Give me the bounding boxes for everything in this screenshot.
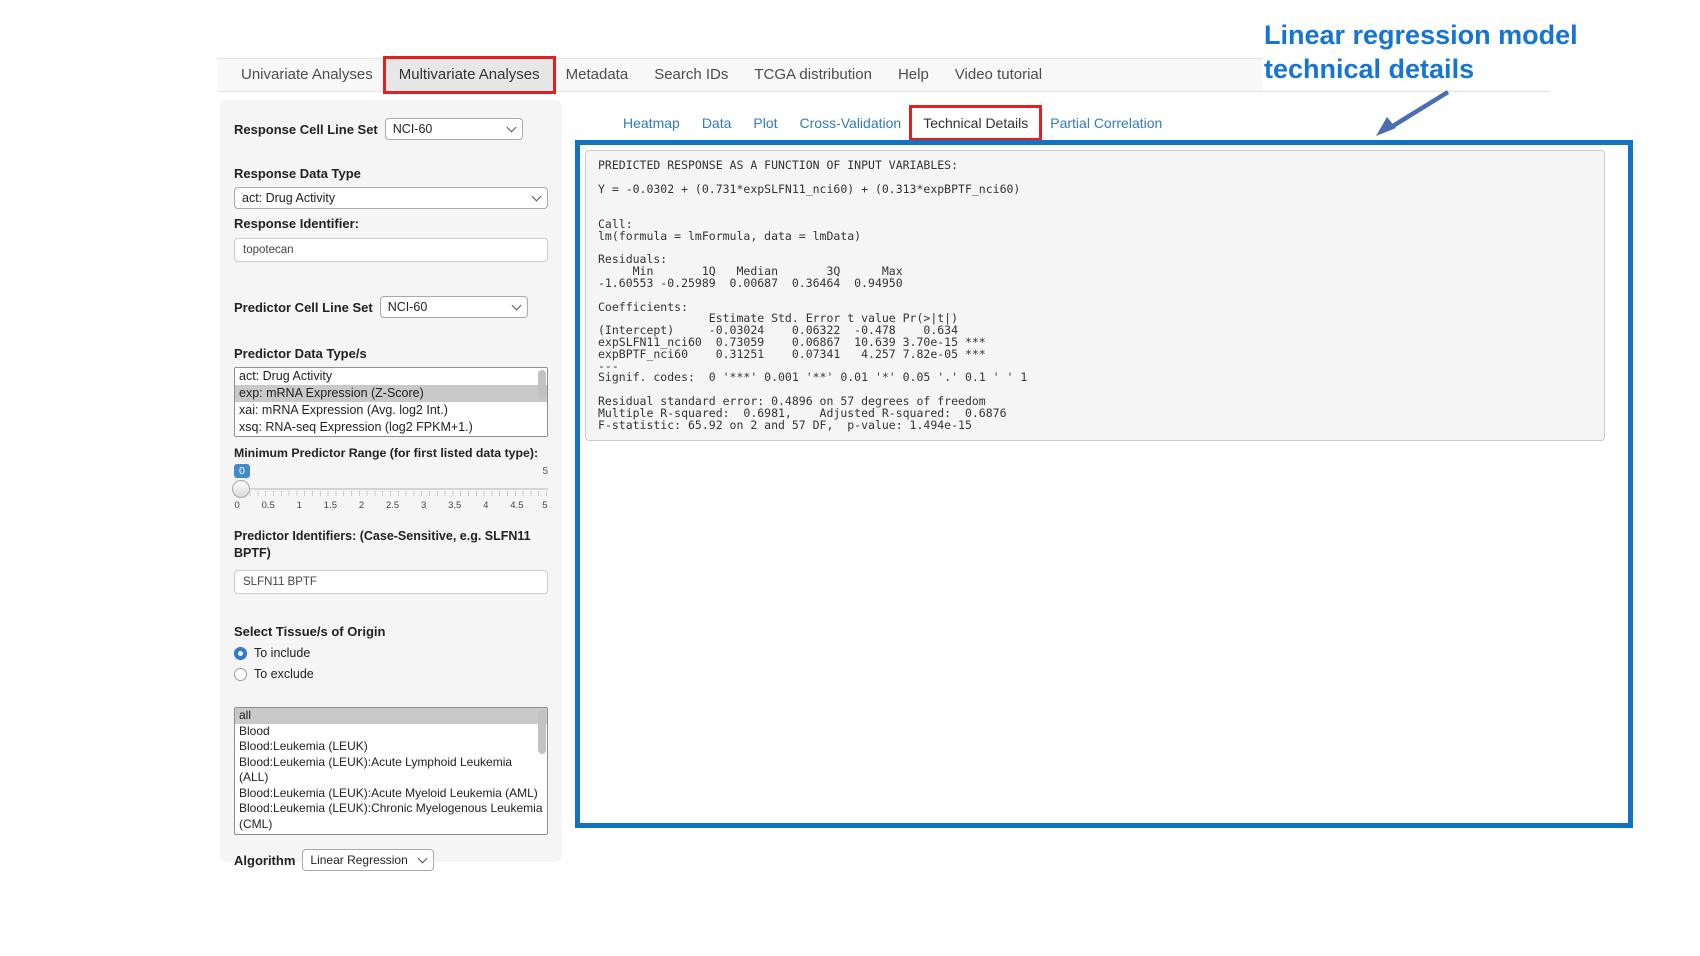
chevron-down-icon: [506, 123, 516, 133]
annotation-arrow-icon: [1356, 84, 1456, 142]
annotation-title-line1: Linear regression model: [1264, 18, 1578, 52]
nav-item-univariate-analyses[interactable]: Univariate Analyses: [228, 59, 386, 91]
predictor-cell-line-set-select[interactable]: NCI-60: [380, 296, 528, 318]
response-data-type-label: Response Data Type: [234, 166, 548, 181]
listbox-option[interactable]: xai: mRNA Expression (Avg. log2 Int.): [235, 402, 547, 419]
nav-item-tcga-distribution[interactable]: TCGA distribution: [741, 59, 885, 91]
predictor-identifiers-label: Predictor Identifiers: (Case-Sensitive, …: [234, 528, 548, 562]
response-cell-line-set-label: Response Cell Line Set: [234, 122, 378, 137]
response-cell-line-set-value: NCI-60: [393, 122, 433, 136]
listbox-option[interactable]: Blood:Leukemia (LEUK):Acute Myeloid Leuk…: [235, 786, 547, 802]
tissue-origin-label: Select Tissue/s of Origin: [234, 624, 548, 639]
algorithm-select[interactable]: Linear Regression: [302, 849, 434, 871]
tab-cross-validation[interactable]: Cross-Validation: [789, 108, 913, 138]
tissue-origin-listbox: all Blood Blood:Leukemia (LEUK) Blood:Le…: [234, 707, 548, 835]
nav-item-multivariate-analyses[interactable]: Multivariate Analyses: [386, 59, 553, 91]
tick-label: 1: [297, 500, 302, 511]
tab-partial-correlation[interactable]: Partial Correlation: [1039, 108, 1173, 138]
annotation-title-line2: technical details: [1264, 52, 1578, 86]
predictor-data-types-listbox: act: Drug Activity exp: mRNA Expression …: [234, 367, 548, 437]
radio-to-exclude[interactable]: To exclude: [234, 667, 548, 681]
listbox-option[interactable]: act: Drug Activity: [235, 368, 547, 385]
sidebar-controls-panel: Response Cell Line Set NCI-60 Response D…: [220, 100, 562, 862]
listbox-option[interactable]: Blood: [235, 724, 547, 740]
predictor-identifiers-input[interactable]: [234, 570, 548, 594]
listbox-option[interactable]: Blood:Leukemia (LEUK): [235, 739, 547, 755]
tick-label: 0.5: [262, 500, 275, 511]
radio-selected-icon: [234, 647, 247, 660]
annotation-title: Linear regression model technical detail…: [1262, 16, 1586, 90]
listbox-option[interactable]: Blood:Leukemia (LEUK):Acute Lymphoid Leu…: [235, 755, 547, 786]
tab-heatmap[interactable]: Heatmap: [612, 108, 691, 138]
nav-item-help[interactable]: Help: [885, 59, 942, 91]
listbox-option[interactable]: Blood:Leukemia (LEUK):Chronic Myelogenou…: [235, 801, 547, 832]
response-identifier-input[interactable]: [234, 238, 548, 262]
nav-item-video-tutorial[interactable]: Video tutorial: [942, 59, 1055, 91]
tab-plot[interactable]: Plot: [742, 108, 788, 138]
radio-unselected-icon: [234, 668, 247, 681]
slider-track[interactable]: [234, 488, 548, 490]
slider-max-label: 5: [542, 466, 548, 477]
predictor-cell-line-set-label: Predictor Cell Line Set: [234, 300, 373, 315]
radio-label: To include: [254, 646, 310, 660]
algorithm-label: Algorithm: [234, 853, 295, 868]
slider-tick-marks: [234, 491, 548, 496]
tick-label: 2: [359, 500, 364, 511]
response-data-type-value: act: Drug Activity: [242, 191, 335, 205]
predictor-cell-line-set-value: NCI-60: [388, 300, 428, 314]
algorithm-value: Linear Regression: [310, 853, 407, 867]
slider-value-badge[interactable]: 0: [234, 464, 250, 478]
scrollbar-thumb[interactable]: [538, 710, 546, 754]
tick-label: 3.5: [448, 500, 461, 511]
tab-data[interactable]: Data: [691, 108, 743, 138]
tick-label: 4: [483, 500, 488, 511]
listbox-option[interactable]: xsq: RNA-seq Expression (log2 FPKM+1.): [235, 419, 547, 436]
tick-label: 5: [542, 500, 547, 511]
tick-label: 2.5: [386, 500, 399, 511]
radio-to-include[interactable]: To include: [234, 646, 548, 660]
results-tab-bar: Heatmap Data Plot Cross-Validation Techn…: [612, 108, 1173, 138]
tick-label: 1.5: [324, 500, 337, 511]
nav-item-search-ids[interactable]: Search IDs: [641, 59, 741, 91]
tick-label: 0: [234, 500, 239, 511]
tick-label: 4.5: [510, 500, 523, 511]
chevron-down-icon: [511, 301, 521, 311]
min-predictor-range-label: Minimum Predictor Range (for first liste…: [234, 446, 548, 460]
slider-handle[interactable]: [232, 480, 250, 498]
tab-technical-details[interactable]: Technical Details: [912, 108, 1039, 138]
predictor-data-types-label: Predictor Data Type/s: [234, 346, 548, 361]
tick-label: 3: [421, 500, 426, 511]
regression-technical-output: PREDICTED RESPONSE AS A FUNCTION OF INPU…: [585, 150, 1605, 441]
response-identifier-label: Response Identifier:: [234, 216, 548, 231]
slider-tick-labels: 0 0.5 1 1.5 2 2.5 3 3.5 4 4.5 5: [234, 500, 548, 512]
chevron-down-icon: [532, 192, 542, 202]
chevron-down-icon: [418, 854, 428, 864]
response-data-type-select[interactable]: act: Drug Activity: [234, 187, 548, 209]
response-cell-line-set-select[interactable]: NCI-60: [385, 118, 523, 140]
min-predictor-range-slider: 0 5 0 0.5 1 1.5 2 2.5 3 3.5 4 4.5 5: [234, 464, 548, 516]
nav-item-metadata[interactable]: Metadata: [553, 59, 642, 91]
radio-label: To exclude: [254, 667, 314, 681]
scrollbar-thumb[interactable]: [538, 370, 546, 400]
listbox-option-selected[interactable]: exp: mRNA Expression (Z-Score): [235, 385, 547, 402]
listbox-option-selected[interactable]: all: [235, 708, 547, 724]
